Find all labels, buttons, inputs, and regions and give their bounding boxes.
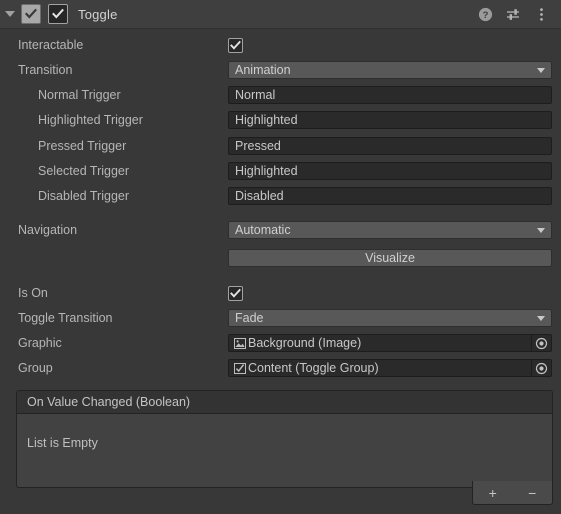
add-event-button[interactable]: + [479, 484, 507, 502]
transition-value: Animation [235, 63, 291, 77]
row-disabled-trigger: Disabled Trigger Disabled [0, 186, 561, 206]
highlighted-trigger-input[interactable]: Highlighted [228, 111, 552, 129]
svg-text:?: ? [482, 10, 488, 21]
group-value: Content (Toggle Group) [248, 361, 379, 375]
preset-sliders-icon[interactable] [505, 6, 521, 22]
component-enabled-checkbox[interactable] [48, 4, 68, 24]
normal-trigger-value: Normal [235, 88, 276, 102]
label-navigation: Navigation [18, 223, 78, 237]
normal-trigger-input[interactable]: Normal [228, 86, 552, 104]
chevron-down-icon [537, 67, 545, 73]
label-is-on: Is On [18, 286, 48, 300]
row-pressed-trigger: Pressed Trigger Pressed [0, 136, 561, 156]
row-transition: Transition Animation [0, 60, 561, 80]
row-toggle-transition: Toggle Transition Fade [0, 308, 561, 328]
event-list-title: On Value Changed (Boolean) [27, 395, 191, 409]
pressed-trigger-value: Pressed [235, 139, 281, 153]
on-value-changed-event-list: On Value Changed (Boolean) List is Empty [16, 390, 553, 488]
interactable-checkbox[interactable] [228, 37, 243, 53]
disabled-trigger-value: Disabled [235, 189, 284, 203]
row-graphic: Graphic Background (Image) [0, 333, 561, 353]
label-highlighted-trigger: Highlighted Trigger [38, 113, 143, 127]
transition-dropdown[interactable]: Animation [228, 61, 552, 79]
selected-trigger-input[interactable]: Highlighted [228, 162, 552, 180]
header-actions: ? [477, 6, 561, 22]
remove-event-button[interactable]: − [518, 484, 546, 502]
toggle-component-icon [21, 4, 41, 24]
event-list-header[interactable]: On Value Changed (Boolean) [17, 391, 552, 414]
label-disabled-trigger: Disabled Trigger [38, 189, 130, 203]
toggle-transition-dropdown[interactable]: Fade [228, 309, 552, 327]
graphic-value: Background (Image) [248, 336, 362, 350]
component-header[interactable]: Toggle ? [0, 0, 561, 29]
toggle-transition-value: Fade [235, 311, 264, 325]
navigation-dropdown[interactable]: Automatic [228, 221, 552, 239]
row-navigation: Navigation Automatic [0, 220, 561, 240]
group-object-picker-icon[interactable] [531, 360, 551, 376]
group-object-field[interactable]: Content (Toggle Group) [228, 359, 552, 377]
highlighted-trigger-value: Highlighted [235, 113, 298, 127]
checkmark-icon [230, 288, 241, 298]
pressed-trigger-input[interactable]: Pressed [228, 137, 552, 155]
graphic-object-picker-icon[interactable] [531, 335, 551, 351]
row-highlighted-trigger: Highlighted Trigger Highlighted [0, 110, 561, 130]
image-asset-icon [233, 337, 246, 350]
component-title: Toggle [78, 6, 118, 22]
event-list-body: List is Empty [17, 414, 552, 488]
selected-trigger-value: Highlighted [235, 164, 298, 178]
label-group: Group [18, 361, 53, 375]
label-pressed-trigger: Pressed Trigger [38, 139, 127, 153]
navigation-value: Automatic [235, 223, 291, 237]
row-interactable: Interactable [0, 35, 561, 55]
is-on-checkbox[interactable] [228, 285, 243, 301]
chevron-down-icon [537, 315, 545, 321]
row-is-on: Is On [0, 283, 561, 303]
label-normal-trigger: Normal Trigger [38, 88, 121, 102]
label-graphic: Graphic [18, 336, 62, 350]
checkmark-icon [52, 8, 64, 19]
event-list-empty-text: List is Empty [27, 436, 98, 450]
chevron-down-icon [537, 227, 545, 233]
label-selected-trigger: Selected Trigger [38, 164, 130, 178]
checkmark-icon [25, 8, 37, 19]
foldout-triangle-down-icon[interactable] [2, 0, 18, 28]
row-group: Group Content (Toggle Group) [0, 358, 561, 378]
kebab-menu-icon[interactable] [533, 6, 549, 22]
event-list-footer: + − [472, 481, 553, 505]
disabled-trigger-input[interactable]: Disabled [228, 187, 552, 205]
toggle-group-icon [233, 362, 246, 375]
label-transition: Transition [18, 63, 73, 77]
visualize-label: Visualize [365, 251, 415, 265]
help-icon[interactable]: ? [477, 6, 493, 22]
row-normal-trigger: Normal Trigger Normal [0, 85, 561, 105]
checkmark-icon [230, 40, 241, 50]
label-interactable: Interactable [18, 38, 84, 52]
row-visualize: Visualize [0, 248, 561, 268]
label-toggle-transition: Toggle Transition [18, 311, 113, 325]
unity-inspector-panel: Toggle ? Interactable Transition Animati… [0, 0, 561, 514]
row-selected-trigger: Selected Trigger Highlighted [0, 161, 561, 181]
graphic-object-field[interactable]: Background (Image) [228, 334, 552, 352]
visualize-button[interactable]: Visualize [228, 249, 552, 267]
